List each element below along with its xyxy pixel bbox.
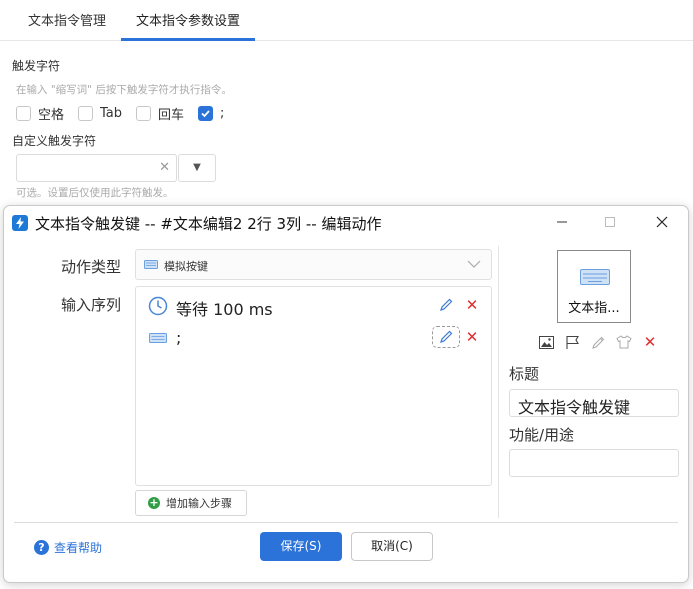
pencil-icon xyxy=(440,298,453,311)
action-type-select[interactable]: 模拟按键 xyxy=(135,249,492,280)
delete-icon: ✕ xyxy=(465,296,479,314)
help-link[interactable]: ? 查看帮助 xyxy=(34,539,102,556)
tab-checkbox[interactable] xyxy=(78,105,94,121)
delete-step-button[interactable]: ✕ xyxy=(464,295,480,315)
title-input-value: 文本指令触发键 xyxy=(518,398,631,417)
enter-checkbox[interactable] xyxy=(136,105,152,121)
divider xyxy=(498,246,499,518)
footer-divider xyxy=(14,522,678,523)
minimize-icon xyxy=(557,221,567,223)
close-button[interactable] xyxy=(652,212,672,232)
tab-text-command-manage[interactable]: 文本指令管理 xyxy=(28,0,106,40)
dialog-title: 文本指令触发键 -- #文本编辑2 2行 3列 -- 编辑动作 xyxy=(35,215,382,233)
plus-icon: + xyxy=(148,496,160,509)
image-button[interactable] xyxy=(533,335,559,349)
step-text: ; xyxy=(176,328,182,347)
edit-action-dialog: 文本指令触发键 -- #文本编辑2 2行 3列 -- 编辑动作 动作类型 模拟按… xyxy=(3,205,689,583)
chevron-down-icon xyxy=(467,260,481,268)
eyedropper-icon xyxy=(591,336,604,349)
space-label: 空格 xyxy=(38,107,65,123)
title-label: 标题 xyxy=(509,365,540,383)
purpose-input[interactable] xyxy=(509,449,679,477)
close-icon xyxy=(656,216,668,228)
semicolon-label: ; xyxy=(220,105,225,121)
title-input[interactable]: 文本指令触发键 xyxy=(509,389,679,417)
enter-label: 回车 xyxy=(158,107,185,123)
list-item[interactable]: 等待 100 ms ✕ xyxy=(136,290,491,320)
help-icon: ? xyxy=(34,540,49,555)
keyboard-icon xyxy=(144,260,158,269)
action-type-value: 模拟按键 xyxy=(164,260,208,273)
delete-step-button[interactable]: ✕ xyxy=(464,327,480,347)
tab-label: Tab xyxy=(100,105,123,121)
custom-trigger-dropdown[interactable]: ▼ xyxy=(178,154,216,182)
add-input-step-label: 增加输入步骤 xyxy=(166,497,232,510)
keyboard-icon xyxy=(580,269,610,285)
preview-label: 文本指... xyxy=(568,301,620,316)
trigger-char-hint: 在输入 "缩写词" 后按下触发字符才执行指令。 xyxy=(16,84,232,96)
help-label: 查看帮助 xyxy=(54,541,103,555)
input-sequence-list: 等待 100 ms ✕ ; ✕ xyxy=(135,286,492,486)
edit-step-button[interactable] xyxy=(432,294,460,316)
tab-bar: 文本指令管理 文本指令参数设置 xyxy=(0,0,693,41)
edit-step-button[interactable] xyxy=(432,326,460,348)
flag-button[interactable] xyxy=(559,335,585,350)
shirt-icon xyxy=(616,335,632,349)
preview-tile[interactable]: 文本指... xyxy=(557,250,631,323)
minimize-button[interactable] xyxy=(552,212,572,232)
clear-icon[interactable]: ✕ xyxy=(159,160,170,175)
icon-toolbar: ✕ xyxy=(533,333,663,351)
keyboard-icon xyxy=(149,333,167,343)
trigger-char-title: 触发字符 xyxy=(12,59,61,73)
image-icon xyxy=(538,335,554,349)
delete-icon: ✕ xyxy=(465,328,479,346)
check-icon xyxy=(201,109,210,117)
clock-icon xyxy=(148,296,168,316)
save-button[interactable]: 保存(S) xyxy=(260,532,342,561)
space-checkbox[interactable] xyxy=(16,105,31,121)
maximize-button[interactable] xyxy=(600,212,620,232)
step-text: 等待 100 ms xyxy=(176,300,273,319)
maximize-icon xyxy=(605,217,615,227)
purpose-label: 功能/用途 xyxy=(509,426,575,444)
shirt-button[interactable] xyxy=(611,335,637,349)
action-type-label: 动作类型 xyxy=(61,258,122,276)
dialog-titlebar: 文本指令触发键 -- #文本编辑2 2行 3列 -- 编辑动作 xyxy=(4,206,688,240)
semicolon-checkbox[interactable] xyxy=(198,105,214,121)
flag-icon xyxy=(565,335,579,349)
cancel-button[interactable]: 取消(C) xyxy=(351,532,433,561)
trigger-options: 空格 Tab 回车 ; xyxy=(16,104,238,123)
triangle-down-icon: ▼ xyxy=(193,162,201,173)
custom-trigger-title: 自定义触发字符 xyxy=(12,134,97,148)
add-input-step-button[interactable]: + 增加输入步骤 xyxy=(135,490,247,516)
input-sequence-label: 输入序列 xyxy=(61,296,122,314)
pencil-icon xyxy=(440,330,453,343)
custom-trigger-input[interactable]: ✕ xyxy=(16,154,177,182)
custom-trigger-hint: 可选。设置后仅使用此字符触发。 xyxy=(16,187,174,199)
list-item[interactable]: ; ✕ xyxy=(136,322,491,352)
delete-icon: ✕ xyxy=(643,333,657,351)
eyedropper-button[interactable] xyxy=(585,335,611,350)
remove-icon-button[interactable]: ✕ xyxy=(637,333,663,351)
app-icon xyxy=(12,215,28,231)
tab-text-command-params[interactable]: 文本指令参数设置 xyxy=(121,0,255,41)
